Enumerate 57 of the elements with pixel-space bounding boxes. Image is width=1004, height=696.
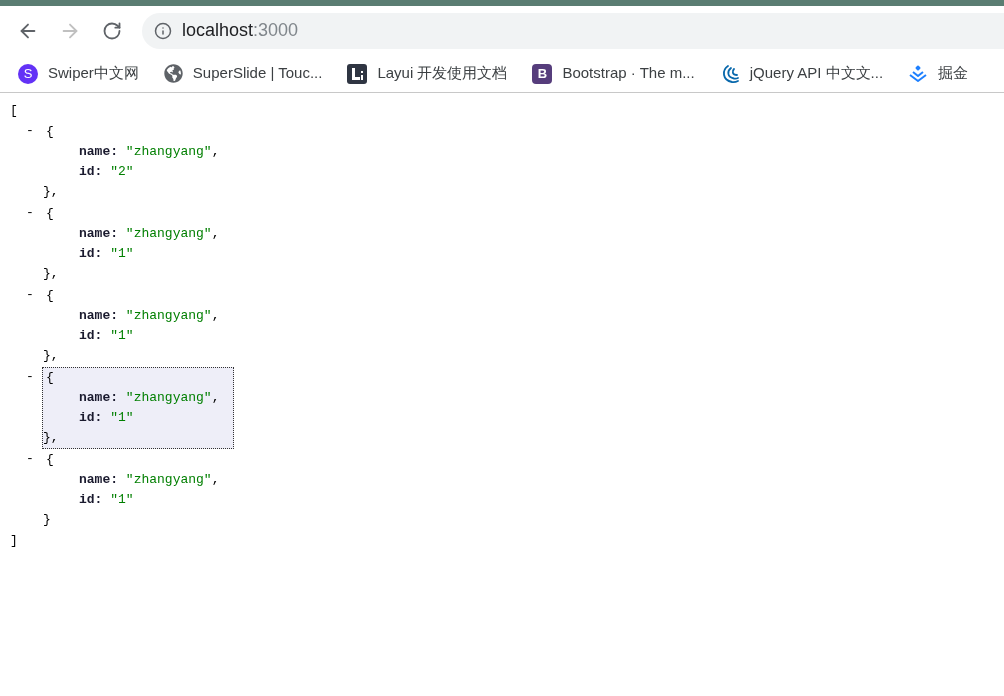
json-key: id: — [79, 492, 103, 507]
json-brace: } — [43, 512, 51, 527]
json-brace: { — [45, 370, 54, 385]
json-key: id: — [79, 328, 103, 343]
json-comma: , — [211, 144, 220, 159]
json-key: name: — [79, 390, 118, 405]
json-key: id: — [79, 164, 103, 179]
json-string: "zhangyang" — [125, 226, 212, 241]
bookmark-item[interactable]: S Swiper中文网 — [18, 62, 139, 85]
json-comma: , — [211, 472, 220, 487]
bookmark-item[interactable]: Layui 开发使用文档 — [347, 62, 508, 85]
json-brace: }, — [43, 348, 59, 363]
info-icon — [154, 21, 172, 40]
json-brace: { — [45, 288, 54, 303]
collapse-toggle[interactable]: - — [10, 449, 32, 531]
address-bar[interactable]: localhost:3000 — [142, 12, 1004, 49]
json-string: "2" — [110, 164, 134, 179]
json-brace: }, — [43, 266, 59, 281]
bootstrap-logo-icon: B — [532, 63, 553, 84]
json-string: "1" — [110, 492, 134, 507]
bookmark-item[interactable]: B Bootstrap · The m... — [532, 62, 695, 85]
bookmark-item[interactable]: SuperSlide | Touc... — [163, 62, 323, 85]
json-string: "1" — [110, 246, 134, 261]
json-key: name: — [79, 226, 118, 241]
json-brace: { — [45, 124, 54, 139]
bookmark-item[interactable]: jQuery API 中文文... — [719, 62, 884, 85]
collapse-toggle[interactable]: - — [10, 285, 32, 367]
json-key: name: — [79, 472, 118, 487]
collapse-toggle[interactable]: - — [10, 367, 32, 449]
json-bracket: [ — [10, 103, 18, 118]
json-key: name: — [79, 308, 118, 323]
json-brace: { — [45, 452, 54, 467]
json-string: "1" — [110, 410, 134, 425]
layui-logo-icon — [347, 63, 368, 84]
collapse-toggle[interactable]: - — [10, 121, 32, 203]
json-brace: { — [45, 206, 54, 221]
json-brace: }, — [43, 430, 59, 445]
json-string: "zhangyang" — [125, 472, 212, 487]
json-string: "zhangyang" — [125, 144, 212, 159]
json-comma: , — [211, 308, 220, 323]
chevron-logo-icon — [908, 63, 929, 84]
json-key: name: — [79, 144, 118, 159]
url-text: localhost:3000 — [182, 19, 299, 42]
json-string: "zhangyang" — [125, 390, 212, 405]
json-brace: }, — [43, 184, 59, 199]
json-string: "1" — [110, 328, 134, 343]
globe-icon — [163, 64, 183, 83]
json-bracket: ] — [10, 533, 18, 548]
json-key: id: — [79, 410, 103, 425]
json-comma: , — [211, 390, 220, 405]
json-comma: , — [211, 226, 220, 241]
swiper-logo-icon: S — [18, 63, 38, 84]
json-string: "zhangyang" — [125, 308, 212, 323]
json-key: id: — [79, 246, 103, 261]
bookmark-item[interactable]: 掘金 — [908, 62, 969, 85]
collapse-toggle[interactable]: - — [10, 203, 32, 285]
selected-object[interactable]: { name: "zhangyang", id: "1" }, — [42, 367, 234, 449]
